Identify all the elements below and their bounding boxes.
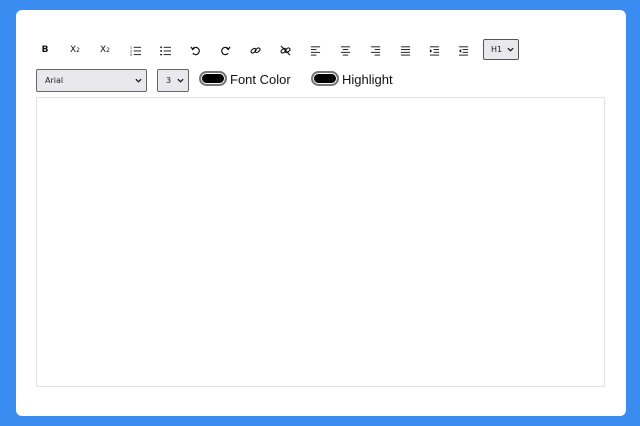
unordered-list-icon <box>159 45 171 56</box>
align-center-icon <box>340 45 350 56</box>
font-size-select[interactable]: 3 <box>157 69 189 92</box>
font-family-value: Arial <box>45 76 64 85</box>
unordered-list-button[interactable] <box>154 40 176 60</box>
formatting-toolbar: B X2 X2 123 H1 <box>30 39 520 60</box>
subscript-mark: 2 <box>106 46 110 54</box>
ordered-list-icon: 123 <box>130 45 141 56</box>
bold-button[interactable]: B <box>34 40 56 60</box>
redo-icon <box>220 46 231 55</box>
redo-button[interactable] <box>214 40 236 60</box>
undo-button[interactable] <box>184 40 206 60</box>
align-justify-icon <box>400 45 410 56</box>
undo-icon <box>189 46 200 55</box>
font-color-picker[interactable] <box>199 71 227 86</box>
font-family-select[interactable]: Arial <box>36 69 147 92</box>
indent-button[interactable] <box>423 40 445 60</box>
align-right-button[interactable] <box>364 40 386 60</box>
font-size-value: 3 <box>166 76 172 85</box>
indent-icon <box>429 45 439 56</box>
unlink-icon <box>279 45 291 55</box>
outdent-button[interactable] <box>452 40 474 60</box>
chevron-down-icon <box>177 78 184 83</box>
editor-area[interactable] <box>36 97 605 387</box>
link-button[interactable] <box>244 40 266 60</box>
align-left-icon <box>310 45 320 56</box>
link-icon <box>249 46 261 54</box>
heading-select-value: H1 <box>491 45 503 54</box>
highlight-label: Highlight <box>342 72 393 87</box>
outdent-icon <box>458 45 468 56</box>
align-center-button[interactable] <box>334 40 356 60</box>
svg-text:3: 3 <box>130 53 132 56</box>
chevron-down-icon <box>135 78 142 83</box>
subscript-button[interactable]: X2 <box>94 40 116 60</box>
align-justify-button[interactable] <box>394 40 416 60</box>
superscript-mark: 2 <box>76 46 80 54</box>
heading-select[interactable]: H1 <box>483 39 519 60</box>
chevron-down-icon <box>507 47 514 52</box>
format-row: Arial 3 Font Color Highlight <box>36 69 416 92</box>
unlink-button[interactable] <box>274 40 296 60</box>
font-color-label: Font Color <box>230 72 291 87</box>
superscript-button[interactable]: X2 <box>64 40 86 60</box>
align-left-button[interactable] <box>304 40 326 60</box>
align-right-icon <box>370 45 380 56</box>
highlight-color-picker[interactable] <box>311 71 339 86</box>
ordered-list-button[interactable]: 123 <box>124 40 146 60</box>
bold-label: B <box>41 44 49 55</box>
